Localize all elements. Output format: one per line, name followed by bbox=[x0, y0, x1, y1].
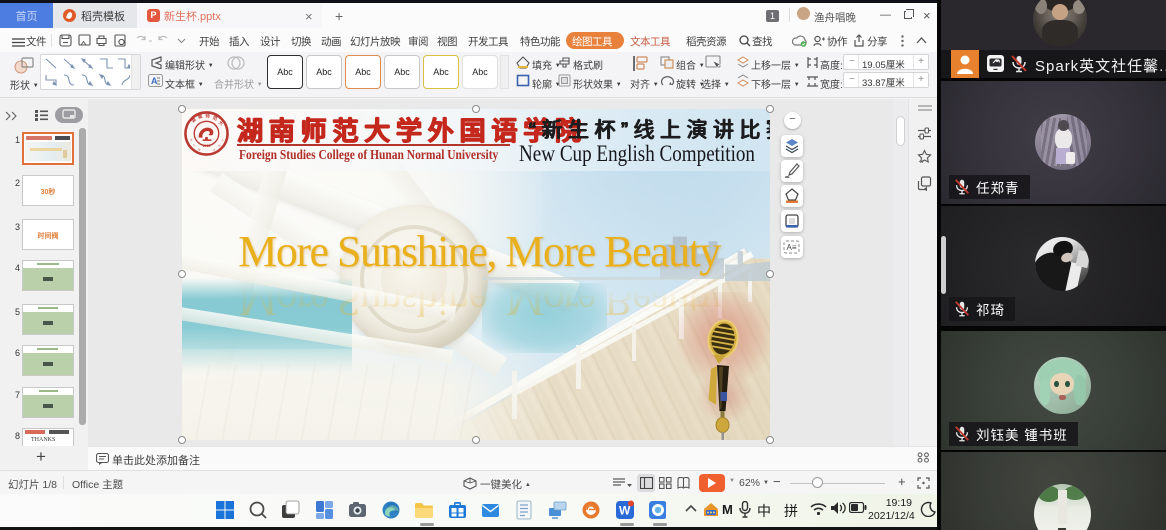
svg-text:A≡: A≡ bbox=[787, 243, 797, 252]
svg-text:1938: 1938 bbox=[203, 144, 211, 148]
svg-text:A: A bbox=[151, 76, 158, 86]
svg-text:师: 师 bbox=[206, 112, 211, 119]
